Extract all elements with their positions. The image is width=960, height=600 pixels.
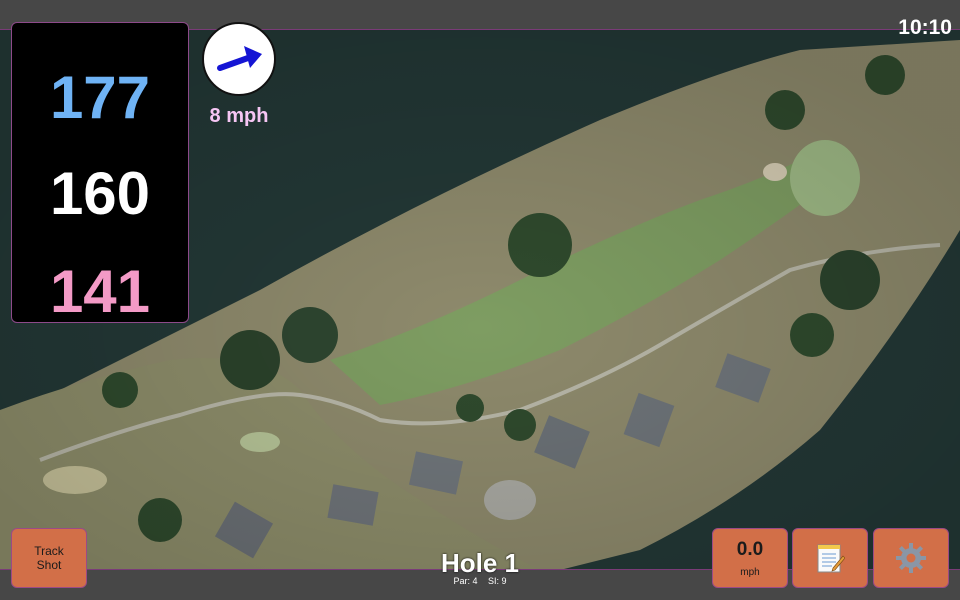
front-yardage: 141 xyxy=(49,258,151,325)
speed-value: 0.0 xyxy=(736,538,764,560)
wind-speed: 8 mph xyxy=(209,105,269,127)
hole-par: Par: 4 xyxy=(453,576,478,586)
wind-indicator xyxy=(202,22,276,96)
track-shot-label-line2: Shot xyxy=(36,558,62,572)
wind-direction-arrow-icon xyxy=(217,46,262,71)
yardage-panel: 177 160 141 xyxy=(11,22,189,325)
notes-button[interactable] xyxy=(792,528,868,588)
clock: 10:10 xyxy=(898,16,952,39)
hole-title: Hole 1 xyxy=(440,548,520,578)
speed-unit: mph xyxy=(740,566,760,578)
middle-yardage: 160 xyxy=(49,160,151,227)
track-shot-label-line1: Track xyxy=(34,544,64,558)
back-yardage: 177 xyxy=(49,64,151,131)
gear-icon xyxy=(896,543,926,573)
notepad-icon xyxy=(817,544,845,573)
settings-button[interactable] xyxy=(873,528,949,588)
track-shot-button[interactable]: Track Shot xyxy=(11,528,87,588)
hole-meta: Par: 4 SI: 9 xyxy=(380,576,580,586)
speed-button[interactable]: 0.0 mph xyxy=(712,528,788,588)
hole-stroke-index: SI: 9 xyxy=(488,576,507,586)
